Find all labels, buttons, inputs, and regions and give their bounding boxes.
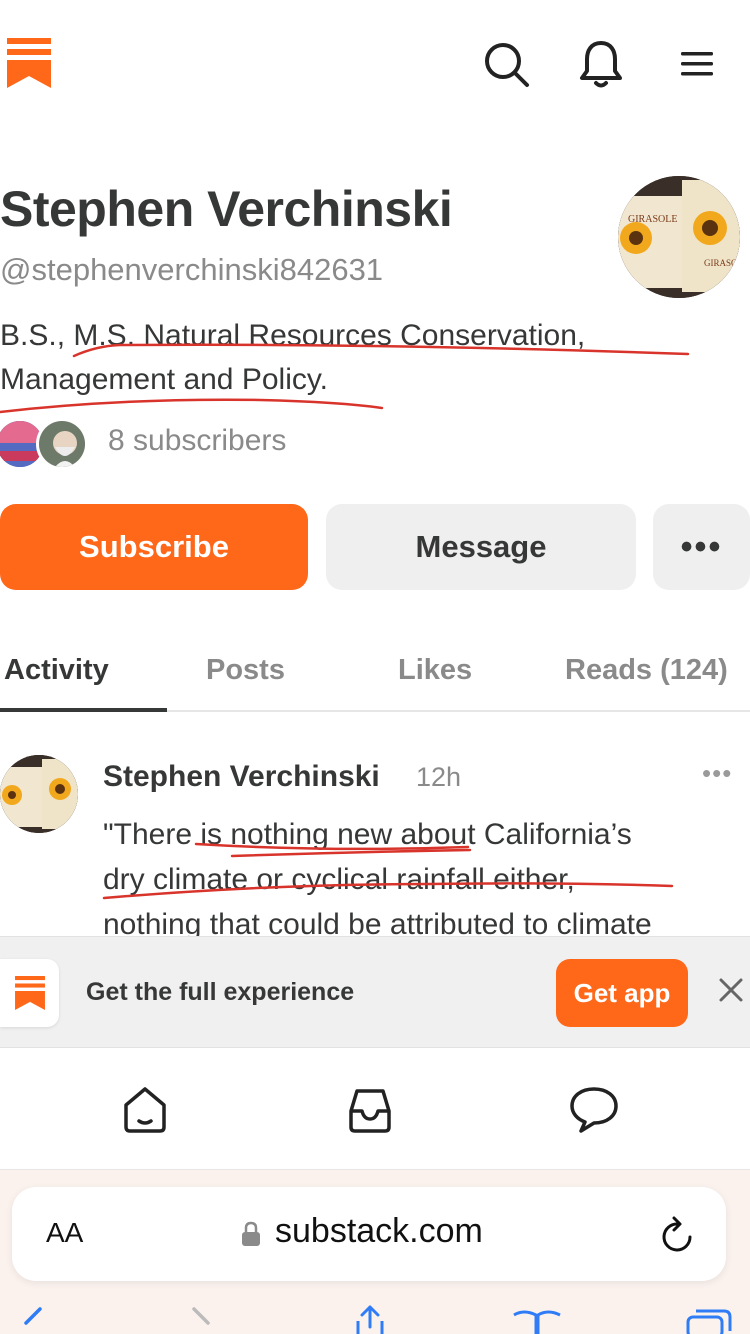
lock-icon [241, 1221, 261, 1247]
close-icon[interactable] [716, 975, 746, 1005]
profile-name: Stephen Verchinski [0, 181, 453, 237]
profile-avatar[interactable]: GIRASOLE GIRASO [618, 176, 740, 298]
home-icon[interactable] [117, 1082, 173, 1138]
hamburger-menu-icon[interactable] [671, 38, 723, 90]
tabs-icon[interactable] [684, 1305, 732, 1334]
bell-icon[interactable] [575, 38, 627, 90]
get-app-button[interactable]: Get app [556, 959, 688, 1027]
profile-bio: B.S., M.S. Natural Resources Conservatio… [0, 314, 700, 402]
profile-handle: @stephenverchinski842631 [0, 252, 384, 287]
feed-author-name[interactable]: Stephen Verchinski [103, 760, 380, 794]
forward-icon[interactable] [186, 1305, 226, 1334]
share-icon[interactable] [350, 1305, 390, 1334]
address-bar[interactable]: AA substack.com [12, 1187, 726, 1281]
get-app-banner: Get the full experience Get app [0, 936, 750, 1048]
avatar-label-2: GIRASO [704, 258, 738, 268]
subscriber-avatars[interactable] [0, 418, 100, 470]
bio-line-2: Management and Policy. [0, 363, 328, 396]
message-button[interactable]: Message [326, 504, 636, 590]
chat-icon[interactable] [566, 1082, 622, 1138]
feed-text-line-1: "There is nothing new about California’s [103, 818, 632, 851]
avatar-label-1: GIRASOLE [628, 214, 677, 225]
feed-text-line-3: nothing that could be attributed to clim… [103, 908, 652, 936]
activity-feed-item[interactable]: Stephen Verchinski 12h ••• "There is not… [0, 712, 750, 936]
tab-reads[interactable]: Reads (124) [565, 654, 728, 687]
feed-text-line-2: dry climate or cyclical rainfall either, [103, 863, 575, 896]
banner-text: Get the full experience [86, 978, 355, 1006]
subscriber-avatar [36, 418, 88, 470]
text-size-button[interactable]: AA [46, 1217, 83, 1249]
more-options-button[interactable]: ••• [653, 504, 750, 590]
tab-activity[interactable]: Activity [4, 654, 109, 687]
substack-logo-icon [0, 959, 59, 1027]
url-text[interactable]: substack.com [275, 1212, 483, 1251]
top-bar [0, 0, 750, 130]
app-bottom-nav [0, 1048, 750, 1170]
inbox-icon[interactable] [342, 1082, 398, 1138]
profile-tabs: Activity Posts Likes Reads (124) [0, 640, 750, 712]
substack-logo-icon[interactable] [7, 38, 51, 88]
reload-icon[interactable] [660, 1215, 696, 1255]
feed-timestamp: 12h [416, 762, 462, 792]
browser-toolbar: AA substack.com [0, 1170, 750, 1334]
subscribe-button[interactable]: Subscribe [0, 504, 308, 590]
search-icon[interactable] [480, 38, 532, 90]
tab-likes[interactable]: Likes [398, 654, 472, 687]
feed-item-text[interactable]: "There is nothing new about California’s… [103, 812, 743, 936]
feed-item-menu-button[interactable]: ••• [702, 758, 732, 789]
bookmarks-icon[interactable] [512, 1305, 561, 1334]
back-icon[interactable] [14, 1305, 54, 1334]
subscriber-count[interactable]: 8 subscribers [108, 424, 286, 458]
tab-posts[interactable]: Posts [206, 654, 285, 687]
bio-line-1: B.S., M.S. Natural Resources Conservatio… [0, 319, 586, 352]
feed-author-avatar[interactable] [0, 755, 78, 833]
